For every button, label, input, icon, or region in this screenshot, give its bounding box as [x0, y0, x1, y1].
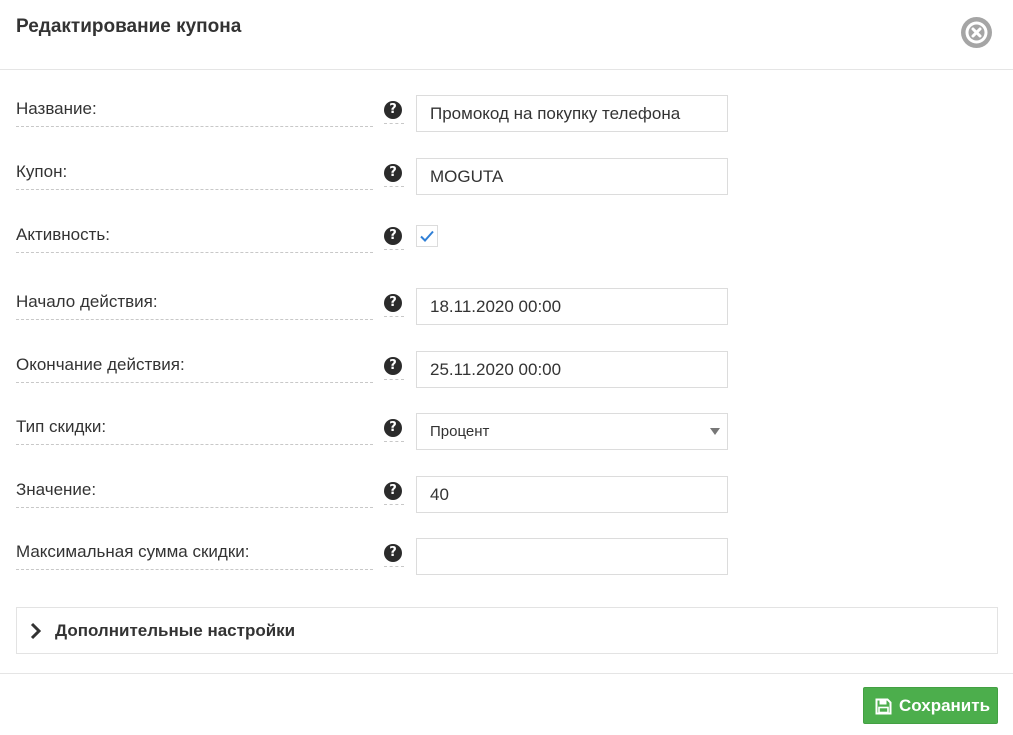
- question-icon[interactable]: ?: [384, 227, 402, 245]
- coupon-label: Купон:: [16, 158, 373, 190]
- max-sum-label: Максимальная сумма скидки:: [16, 538, 373, 570]
- end-date-input[interactable]: [416, 351, 728, 388]
- active-label: Активность:: [16, 221, 373, 253]
- dropdown-arrow-icon: [710, 428, 720, 435]
- floppy-disk-icon: [875, 698, 892, 715]
- question-icon[interactable]: ?: [384, 419, 402, 437]
- coupon-input[interactable]: [416, 158, 728, 195]
- modal-title: Редактирование купона: [16, 16, 242, 37]
- row-discount-type: Тип скидки: ? Процент: [16, 413, 728, 453]
- question-icon[interactable]: ?: [384, 294, 402, 312]
- row-max-sum: Максимальная сумма скидки: ?: [16, 538, 728, 578]
- start-help[interactable]: ?: [384, 294, 404, 317]
- start-label: Начало действия:: [16, 288, 373, 320]
- discount-type-help[interactable]: ?: [384, 419, 404, 442]
- start-date-input[interactable]: [416, 288, 728, 325]
- modal-header: Редактирование купона: [0, 0, 1013, 70]
- discount-type-selected: Процент: [430, 423, 490, 440]
- name-help[interactable]: ?: [384, 101, 404, 124]
- active-checkbox[interactable]: [416, 225, 438, 247]
- advanced-settings-toggle[interactable]: Дополнительные настройки: [16, 607, 998, 654]
- coupon-help[interactable]: ?: [384, 164, 404, 187]
- row-name: Название: ?: [16, 95, 728, 135]
- discount-type-label: Тип скидки:: [16, 413, 373, 445]
- coupon-edit-modal: Редактирование купона Название: ? Купон:…: [0, 0, 1013, 735]
- advanced-settings-label: Дополнительные настройки: [55, 621, 296, 640]
- row-active: Активность: ?: [16, 221, 728, 261]
- max-sum-help[interactable]: ?: [384, 544, 404, 567]
- row-coupon: Купон: ?: [16, 158, 728, 198]
- row-value: Значение: ?: [16, 476, 728, 516]
- value-label: Значение:: [16, 476, 373, 508]
- close-icon: [965, 21, 988, 44]
- save-button[interactable]: Сохранить: [863, 687, 998, 724]
- question-icon[interactable]: ?: [384, 544, 402, 562]
- active-help[interactable]: ?: [384, 227, 404, 250]
- chevron-right-icon: [30, 622, 42, 640]
- checkmark-icon: [420, 230, 434, 242]
- question-icon[interactable]: ?: [384, 164, 402, 182]
- question-icon[interactable]: ?: [384, 357, 402, 375]
- end-label: Окончание действия:: [16, 351, 373, 383]
- value-help[interactable]: ?: [384, 482, 404, 505]
- row-end: Окончание действия: ?: [16, 351, 728, 391]
- row-start: Начало действия: ?: [16, 288, 728, 328]
- max-sum-input[interactable]: [416, 538, 728, 575]
- discount-type-select[interactable]: Процент: [416, 413, 728, 450]
- name-input[interactable]: [416, 95, 728, 132]
- footer-divider: [0, 673, 1013, 674]
- end-help[interactable]: ?: [384, 357, 404, 380]
- value-input[interactable]: [416, 476, 728, 513]
- save-button-label: Сохранить: [899, 696, 991, 715]
- question-icon[interactable]: ?: [384, 482, 402, 500]
- question-icon[interactable]: ?: [384, 101, 402, 119]
- close-button[interactable]: [961, 17, 992, 48]
- name-label: Название:: [16, 95, 373, 127]
